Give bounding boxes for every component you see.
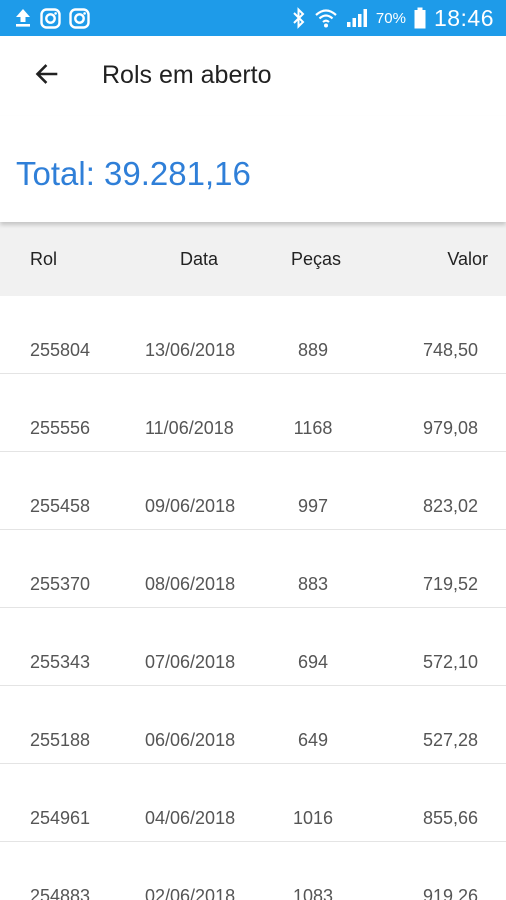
table-row[interactable]: 255458 09/06/2018 997 823,02 [0, 452, 506, 530]
cell-valor: 527,28 [422, 730, 478, 750]
cell-pecas: 1016 [292, 808, 334, 828]
table-row[interactable]: 254883 02/06/2018 1083 919,26 [0, 842, 506, 900]
cell-rol: 255458 [30, 496, 91, 516]
cell-valor: 719,52 [422, 574, 478, 594]
cell-data: 06/06/2018 [145, 730, 236, 750]
cell-pecas: 889 [297, 340, 329, 360]
cell-pecas: 997 [297, 496, 329, 516]
cell-rol: 254883 [30, 886, 91, 900]
status-time: 18:46 [433, 4, 494, 31]
table-row[interactable]: 255188 06/06/2018 649 527,28 [0, 686, 506, 764]
status-bar: 70% 18:46 [0, 0, 506, 36]
cell-data: 13/06/2018 [145, 340, 236, 360]
page-title: Rols em aberto [102, 61, 272, 89]
cell-data: 09/06/2018 [145, 496, 236, 516]
table-row[interactable]: 255343 07/06/2018 694 572,10 [0, 608, 506, 686]
cell-valor: 855,66 [422, 808, 478, 828]
rols-list[interactable]: 255804 13/06/2018 889 748,50 255556 11/0… [0, 296, 506, 900]
cell-pecas: 883 [297, 574, 329, 594]
cell-valor: 823,02 [422, 496, 478, 516]
arrow-back-icon [33, 61, 59, 92]
battery-icon [414, 7, 426, 29]
bluetooth-icon [292, 7, 306, 29]
cell-data: 02/06/2018 [145, 886, 236, 900]
table-row[interactable]: 255804 13/06/2018 889 748,50 [0, 296, 506, 374]
cell-data: 04/06/2018 [145, 808, 236, 828]
total-summary: Total: 39.281,16 [0, 116, 506, 222]
table-row[interactable]: 255556 11/06/2018 1168 979,08 [0, 374, 506, 452]
battery-percentage: 70% [375, 9, 406, 27]
cell-rol: 255343 [30, 652, 91, 672]
cell-data: 11/06/2018 [145, 418, 234, 438]
cell-pecas: 1168 [293, 418, 333, 438]
cell-data: 08/06/2018 [145, 574, 236, 594]
cell-valor: 919,26 [422, 886, 478, 900]
cell-rol: 255370 [30, 574, 91, 594]
cell-rol: 255188 [30, 730, 91, 750]
cell-rol: 255556 [30, 418, 91, 438]
status-bar-system: 70% 18:46 [292, 0, 494, 36]
instagram-icon [40, 7, 61, 29]
cell-data: 07/06/2018 [145, 652, 236, 672]
cell-rol: 255804 [30, 340, 91, 360]
table-header: Rol Data Peças Valor [0, 222, 506, 296]
column-header-valor: Valor [447, 249, 488, 269]
column-header-rol: Rol [30, 249, 58, 269]
cell-valor: 572,10 [422, 652, 478, 672]
column-header-pecas: Peças [291, 249, 342, 269]
status-bar-notifications [14, 0, 90, 36]
wifi-icon [314, 7, 338, 29]
app-bar: Rols em aberto [0, 36, 506, 116]
table-row[interactable]: 254961 04/06/2018 1016 855,66 [0, 764, 506, 842]
cellular-signal-icon [346, 8, 368, 28]
column-header-data: Data [180, 249, 219, 269]
cell-valor: 748,50 [422, 340, 478, 360]
cell-pecas: 649 [297, 730, 329, 750]
total-value: Total: 39.281,16 [16, 155, 251, 192]
cell-pecas: 694 [297, 652, 329, 672]
upload-icon [14, 8, 32, 28]
cell-rol: 254961 [30, 808, 91, 828]
instagram-icon [69, 7, 90, 29]
cell-valor: 979,08 [422, 418, 478, 438]
cell-pecas: 1083 [292, 886, 334, 900]
back-button[interactable] [28, 58, 64, 94]
table-row[interactable]: 255370 08/06/2018 883 719,52 [0, 530, 506, 608]
